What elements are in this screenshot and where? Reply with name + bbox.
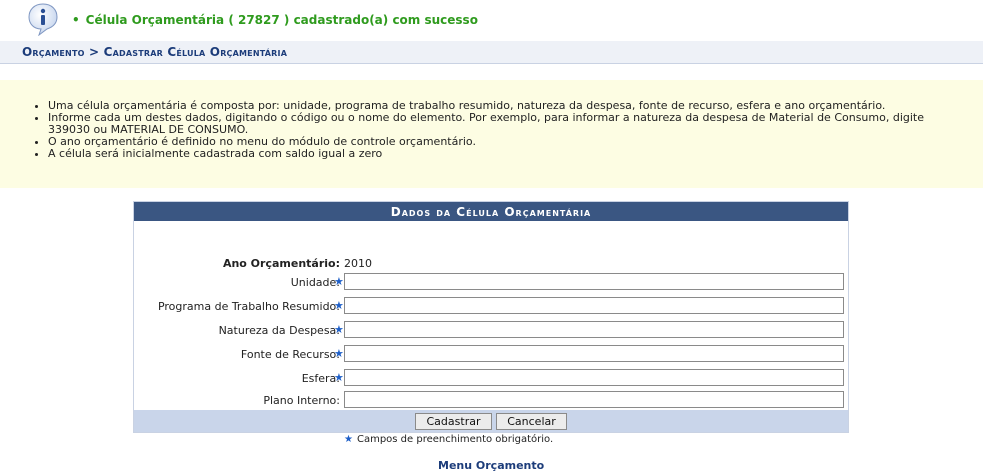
required-star-icon: ★ <box>334 371 344 384</box>
form-panel: Dados da Célula Orçamentária Ano Orçamen… <box>133 201 849 433</box>
natureza-despesa-label: Natureza da Despesa: <box>218 324 340 337</box>
required-note-text: Campos de preenchimento obrigatório. <box>356 434 554 445</box>
breadcrumb-bar: Orçamento > Cadastrar Célula Orçamentári… <box>0 41 983 64</box>
plano-interno-label: Plano Interno: <box>263 394 340 407</box>
natureza-despesa-input[interactable] <box>344 321 844 338</box>
success-message-bar: • Célula Orçamentária ( 27827 ) cadastrad… <box>0 0 983 40</box>
cancelar-button[interactable]: Cancelar <box>496 413 567 430</box>
required-star-icon: ★ <box>334 323 344 336</box>
esfera-input[interactable] <box>344 369 844 386</box>
fonte-recurso-input[interactable] <box>344 345 844 362</box>
required-star-icon: ★ <box>344 434 353 445</box>
help-item: A célula será inicialmente cadastrada co… <box>48 148 948 160</box>
message-text: Célula Orçamentária ( 27827 ) cadastrado… <box>85 13 478 27</box>
form-caption: Dados da Célula Orçamentária <box>134 202 848 221</box>
message-bullet: • <box>72 13 80 27</box>
required-star-icon: ★ <box>334 275 344 288</box>
row-unidade: Unidade: ★ <box>134 272 848 294</box>
unidade-label: Unidade: <box>290 276 340 289</box>
row-plano-interno: Plano Interno: <box>134 390 848 412</box>
programa-trabalho-input[interactable] <box>344 297 844 314</box>
fonte-recurso-label: Fonte de Recurso: <box>240 348 340 361</box>
info-icon <box>28 3 58 36</box>
cadastrar-button[interactable]: Cadastrar <box>415 413 492 430</box>
menu-orcamento-link[interactable]: Menu Orçamento <box>438 459 544 472</box>
row-esfera: Esfera: ★ <box>134 368 848 390</box>
form-footer: Cadastrar Cancelar <box>134 410 848 432</box>
help-box: Uma célula orçamentária é composta por: … <box>0 80 983 188</box>
help-item: Informe cada um destes dados, digitando … <box>48 112 948 136</box>
required-star-icon: ★ <box>334 347 344 360</box>
row-programa-trabalho: Programa de Trabalho Resumido: ★ <box>134 296 848 318</box>
required-fields-note: ★ Campos de preenchimento obrigatório. <box>344 434 553 445</box>
row-natureza-despesa: Natureza da Despesa: ★ <box>134 320 848 342</box>
required-star-icon: ★ <box>334 299 344 312</box>
plano-interno-input[interactable] <box>344 391 844 408</box>
success-message: • Célula Orçamentária ( 27827 ) cadastrad… <box>72 13 478 27</box>
row-fonte-recurso: Fonte de Recurso: ★ <box>134 344 848 366</box>
ano-orcamentario-label: Ano Orçamentário: <box>222 257 340 270</box>
ano-orcamentario-value: 2010 <box>344 257 372 270</box>
programa-trabalho-label: Programa de Trabalho Resumido: <box>157 300 340 313</box>
breadcrumb: Orçamento > Cadastrar Célula Orçamentári… <box>22 45 288 59</box>
unidade-input[interactable] <box>344 273 844 290</box>
help-list: Uma célula orçamentária é composta por: … <box>48 100 948 160</box>
